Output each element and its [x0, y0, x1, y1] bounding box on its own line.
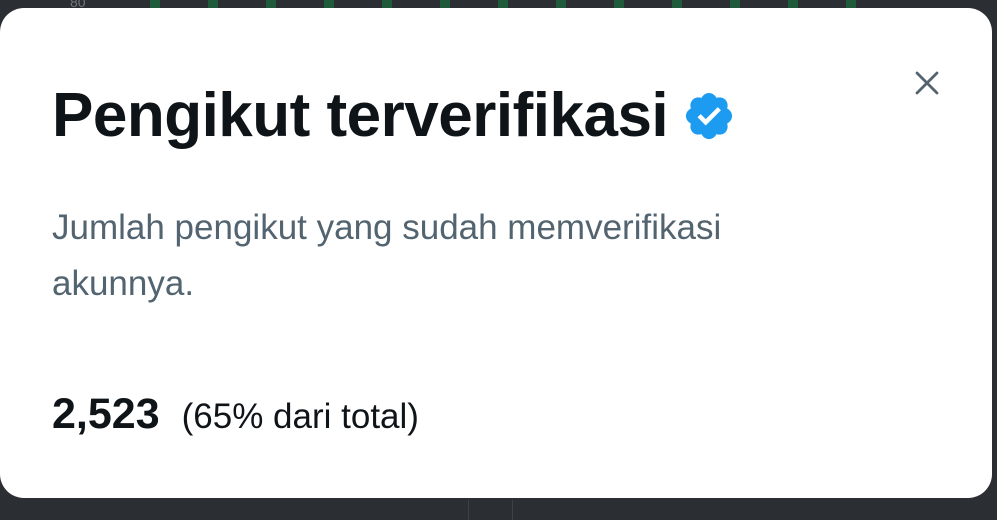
divider — [468, 500, 469, 520]
verified-followers-dialog: Pengikut terverifikasi Jumlah pengikut y… — [0, 8, 992, 498]
close-icon — [915, 71, 939, 95]
close-button[interactable] — [904, 60, 950, 106]
verified-follower-count: 2,523 — [52, 390, 160, 438]
dialog-title: Pengikut terverifikasi — [52, 81, 669, 150]
dialog-description: Jumlah pengikut yang sudah memverifikasi… — [52, 208, 722, 303]
follower-stats: 2,523 (65% dari total) — [52, 390, 419, 439]
divider — [512, 500, 513, 520]
dialog-header: Pengikut terverifikasi — [52, 78, 736, 154]
percentage-of-total: (65% dari total) — [181, 397, 419, 436]
verified-badge-icon — [686, 92, 733, 140]
